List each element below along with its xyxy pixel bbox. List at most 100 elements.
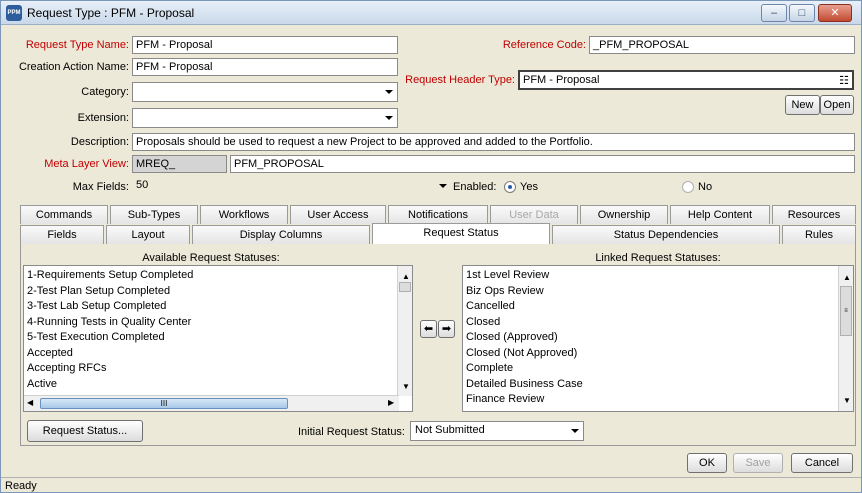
available-statuses-list[interactable]: 1-Requirements Setup Completed 2-Test Pla… <box>23 265 413 412</box>
extension-label: Extension: <box>77 112 129 124</box>
available-statuses-header: Available Request Statuses: <box>142 252 280 264</box>
description-label: Description: <box>70 136 129 148</box>
list-item[interactable]: Closed <box>463 315 853 331</box>
category-select[interactable] <box>132 82 398 102</box>
tab-help-content[interactable]: Help Content <box>670 205 770 224</box>
enabled-label: Enabled: <box>453 181 497 193</box>
save-button: Save <box>733 453 783 473</box>
scroll-down-icon: ▼ <box>402 382 410 391</box>
meta-layer-view-label: Meta Layer View: <box>44 158 129 170</box>
tab-notifications[interactable]: Notifications <box>388 205 488 224</box>
maximize-button[interactable]: □ <box>789 4 815 22</box>
cancel-button[interactable]: Cancel <box>791 453 853 473</box>
arrow-right-icon: ➡ <box>441 323 452 335</box>
title-bar: PPM Request Type : PFM - Proposal – □ ✕ <box>1 1 861 25</box>
extension-select[interactable] <box>132 108 398 128</box>
tab-request-status[interactable]: Request Status <box>372 223 550 244</box>
request-type-name-field[interactable]: PFM - Proposal <box>132 36 398 54</box>
enabled-yes-radio[interactable] <box>504 181 516 193</box>
tab-user-access[interactable]: User Access <box>290 205 386 224</box>
tab-status-dependencies[interactable]: Status Dependencies <box>552 225 780 244</box>
chevron-down-icon <box>385 90 393 94</box>
horizontal-scrollbar[interactable]: ◀ III ▶ <box>24 395 399 411</box>
initial-status-select[interactable]: Not Submitted <box>410 421 584 441</box>
move-left-button[interactable]: ⬅ <box>420 320 437 338</box>
status-text: Ready <box>5 480 37 492</box>
enabled-no-radio[interactable] <box>682 181 694 193</box>
description-field[interactable]: Proposals should be used to request a ne… <box>132 133 855 151</box>
scroll-left-icon: ◀ <box>27 398 34 407</box>
maximize-icon: □ <box>798 7 806 19</box>
list-item[interactable]: 1-Requirements Setup Completed <box>24 268 412 284</box>
list-item[interactable]: Active <box>24 377 412 393</box>
enabled-no-label: No <box>698 181 713 193</box>
chevron-down-icon <box>571 429 579 433</box>
scroll-down-icon: ▼ <box>843 396 851 405</box>
tab-workflows[interactable]: Workflows <box>200 205 288 224</box>
max-fields-value: 50 <box>136 179 149 191</box>
move-right-button[interactable]: ➡ <box>438 320 455 338</box>
list-item[interactable]: Closed (Approved) <box>463 330 853 346</box>
max-fields-select[interactable]: 50 <box>132 177 451 197</box>
enabled-yes-label: Yes <box>520 181 538 193</box>
list-item[interactable]: Accepting RFCs <box>24 361 412 377</box>
reference-code-field[interactable]: _PFM_PROPOSAL <box>589 36 855 54</box>
tab-layout[interactable]: Layout <box>106 225 190 244</box>
minimize-button[interactable]: – <box>761 4 787 22</box>
request-type-name-label: Request Type Name: <box>25 39 129 51</box>
list-item[interactable]: Biz Ops Review <box>463 284 853 300</box>
list-item[interactable]: 2-Test Plan Setup Completed <box>24 284 412 300</box>
reference-code-label: Reference Code: <box>502 39 586 51</box>
meta-layer-view-field[interactable]: PFM_PROPOSAL <box>230 155 855 173</box>
app-icon: PPM <box>6 5 22 21</box>
meta-layer-prefix-field: MREQ_ <box>132 155 227 173</box>
tab-sub-types[interactable]: Sub-Types <box>110 205 198 224</box>
request-header-type-label: Request Header Type: <box>405 74 515 86</box>
scroll-up-icon: ▲ <box>402 272 410 281</box>
vertical-scrollbar[interactable]: ▲ ≡ ▼ <box>838 266 853 411</box>
tab-rules[interactable]: Rules <box>782 225 856 244</box>
list-item[interactable]: 1st Level Review <box>463 268 853 284</box>
chevron-down-icon <box>439 184 447 188</box>
list-icon: ☷ <box>839 75 849 87</box>
scroll-right-icon: ▶ <box>388 398 395 407</box>
max-fields-label: Max Fields: <box>72 181 129 193</box>
linked-statuses-header: Linked Request Statuses: <box>595 252 721 264</box>
request-header-type-value: PFM - Proposal <box>523 74 600 86</box>
status-bar: Ready <box>1 477 861 492</box>
ok-button[interactable]: OK <box>687 453 727 473</box>
close-icon: ✕ <box>830 7 840 19</box>
creation-action-name-field[interactable]: PFM - Proposal <box>132 58 398 76</box>
list-item[interactable]: Cancelled <box>463 299 853 315</box>
linked-statuses-list[interactable]: 1st Level Review Biz Ops Review Cancelled C… <box>462 265 854 412</box>
list-item[interactable]: Accepted <box>24 346 412 362</box>
vertical-scrollbar[interactable]: ▲ ▼ <box>397 266 412 396</box>
scroll-thumb[interactable]: ≡ <box>840 286 852 336</box>
open-button[interactable]: Open <box>820 95 854 115</box>
list-item[interactable]: Detailed Business Case <box>463 377 853 393</box>
list-item[interactable]: 3-Test Lab Setup Completed <box>24 299 412 315</box>
close-button[interactable]: ✕ <box>818 4 852 22</box>
initial-status-label: Initial Request Status: <box>297 426 405 438</box>
scroll-thumb[interactable] <box>399 282 411 292</box>
tab-display-columns[interactable]: Display Columns <box>192 225 370 244</box>
tab-user-data: User Data <box>490 205 578 224</box>
scroll-up-icon: ▲ <box>843 273 851 282</box>
request-type-window: PPM Request Type : PFM - Proposal – □ ✕ … <box>0 0 862 493</box>
request-status-button[interactable]: Request Status... <box>27 420 143 442</box>
minimize-icon: – <box>770 7 778 19</box>
tab-commands[interactable]: Commands <box>20 205 108 224</box>
request-header-type-field[interactable]: PFM - Proposal ☷ <box>518 70 854 90</box>
list-item[interactable]: 4-Running Tests in Quality Center <box>24 315 412 331</box>
scroll-thumb[interactable]: III <box>40 398 288 409</box>
new-button[interactable]: New <box>785 95 820 115</box>
tab-fields[interactable]: Fields <box>20 225 104 244</box>
list-item[interactable]: Complete <box>463 361 853 377</box>
list-item[interactable]: Finance Review <box>463 392 853 408</box>
tab-ownership[interactable]: Ownership <box>580 205 668 224</box>
list-item[interactable]: Closed (Not Approved) <box>463 346 853 362</box>
tab-resources[interactable]: Resources <box>772 205 856 224</box>
arrow-left-icon: ⬅ <box>423 323 434 335</box>
creation-action-name-label: Creation Action Name: <box>18 61 129 73</box>
list-item[interactable]: 5-Test Execution Completed <box>24 330 412 346</box>
